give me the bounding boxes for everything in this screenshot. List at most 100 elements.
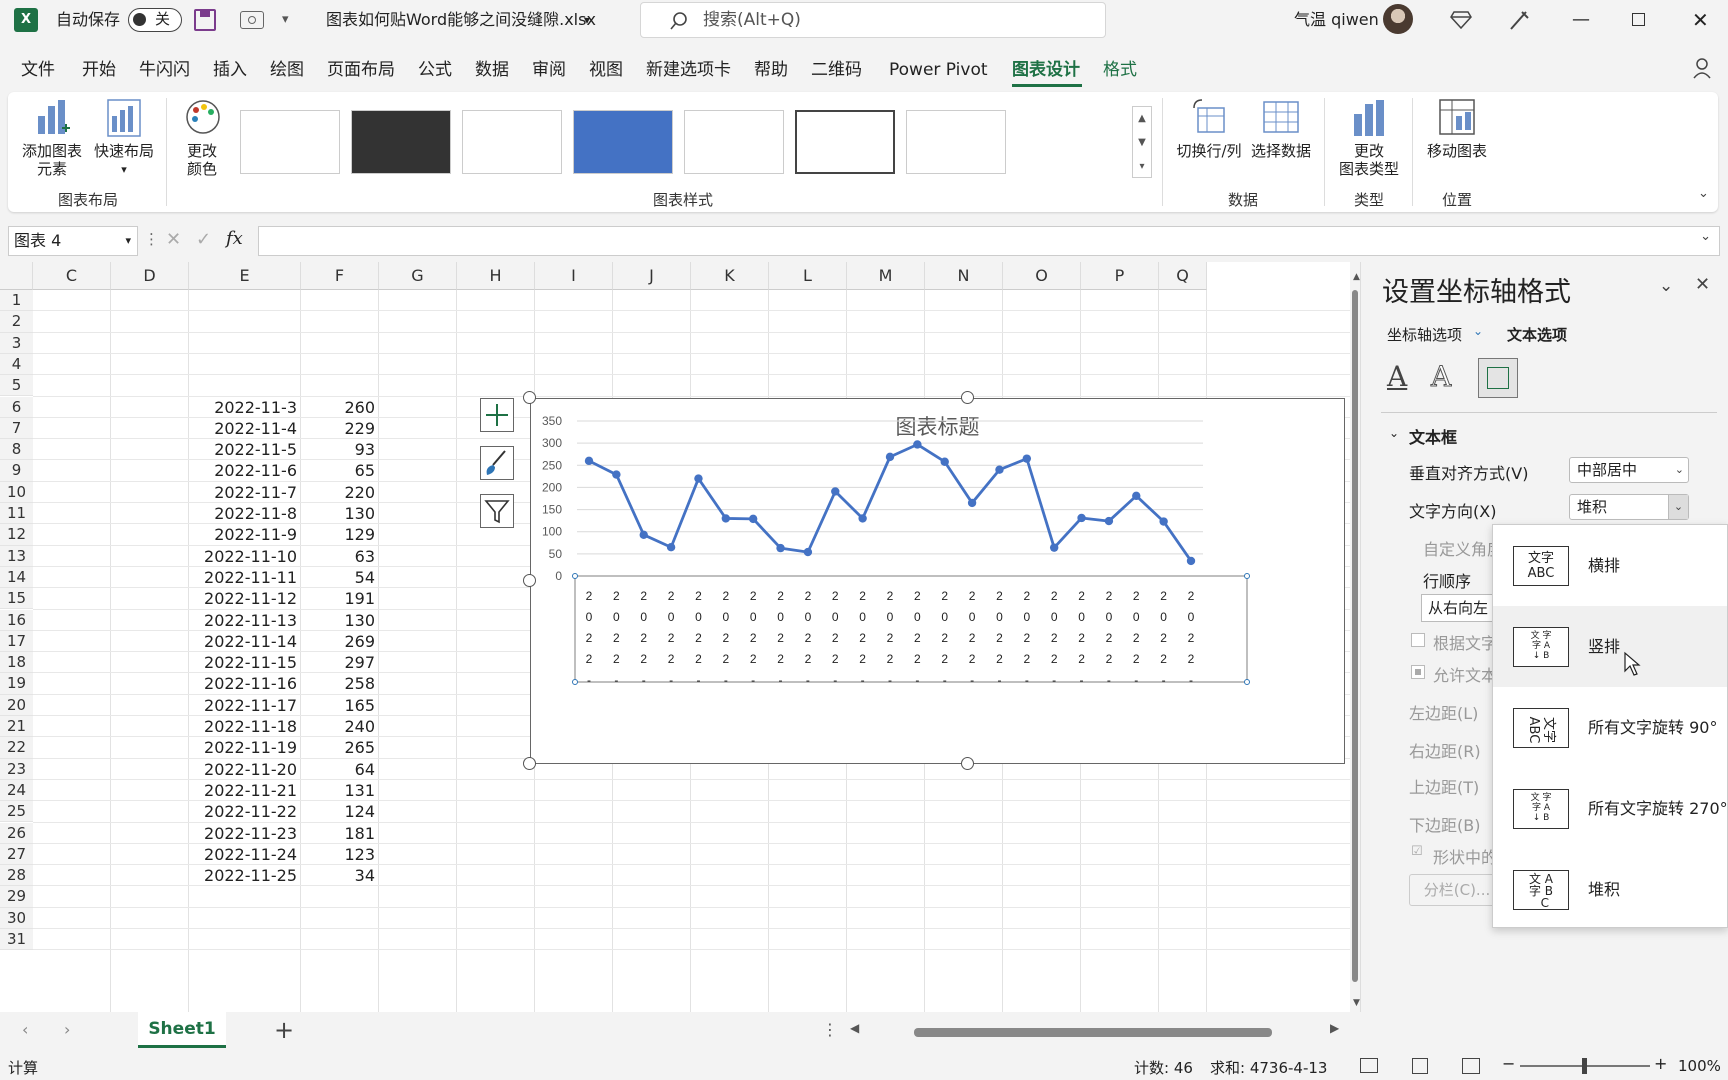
vertical-scrollbar[interactable]: ▲ ▼ (1350, 268, 1360, 1012)
tab-axis-options[interactable]: 坐标轴选项 (1387, 324, 1462, 345)
menu-new-tab[interactable]: 新建选项卡 (646, 50, 731, 90)
chevron-down-icon[interactable]: ⌄ (1389, 426, 1399, 440)
horizontal-scrollbar-thumb[interactable] (914, 1028, 1272, 1037)
date-cell[interactable]: 2022-11-16 (189, 673, 297, 694)
date-cell[interactable]: 2022-11-3 (189, 397, 297, 418)
column-header[interactable]: N (925, 262, 1003, 290)
row-header[interactable]: 17 (0, 630, 33, 653)
column-header[interactable]: G (379, 262, 457, 290)
text-direction-select[interactable]: 堆积 ⌄ (1569, 494, 1689, 520)
row-header[interactable]: 12 (0, 524, 33, 546)
chart-container[interactable]: 图表标题 0 50 100 150 200 250 300 350 2 0 2 2-2 0 2 2-2 0 2 2… (530, 398, 1345, 764)
cancel-icon[interactable]: ✕ (166, 229, 181, 250)
save-icon[interactable] (194, 9, 216, 31)
prev-sheet-icon[interactable]: ‹ (22, 1020, 28, 1039)
chevron-down-icon[interactable]: ⌄ (1659, 276, 1673, 296)
row-header[interactable]: 28 (0, 865, 33, 887)
value-cell[interactable]: 65 (301, 460, 375, 481)
row-header[interactable]: 1 (0, 290, 33, 312)
row-header[interactable]: 23 (0, 758, 33, 780)
text-outline-icon[interactable]: A (1431, 360, 1463, 396)
autofit-checkbox[interactable] (1411, 633, 1425, 647)
allow-text-checkbox[interactable] (1411, 665, 1425, 679)
row-header[interactable]: 30 (0, 907, 33, 929)
chart-style-2[interactable] (351, 110, 451, 174)
row-header[interactable]: 5 (0, 375, 33, 397)
date-cell[interactable]: 2022-11-17 (189, 695, 297, 716)
row-header[interactable]: 19 (0, 673, 33, 695)
axis-handle[interactable] (1244, 679, 1250, 685)
scroll-right-icon[interactable]: ▶ (1330, 1021, 1339, 1035)
menu-home[interactable]: 开始 (82, 50, 116, 90)
value-cell[interactable]: 123 (301, 844, 375, 865)
data-point[interactable] (1104, 516, 1114, 526)
column-header[interactable]: F (301, 262, 379, 290)
change-chart-type-button[interactable]: 更改 图表类型 (1334, 96, 1404, 180)
diamond-icon[interactable] (1450, 10, 1472, 30)
menu-file[interactable]: 文件 (21, 50, 55, 90)
data-point[interactable] (721, 514, 731, 523)
person-icon[interactable] (1692, 56, 1716, 80)
data-point[interactable] (1159, 517, 1168, 526)
chart-style-3[interactable] (462, 110, 562, 174)
date-cell[interactable]: 2022-11-15 (189, 652, 297, 673)
value-cell[interactable]: 130 (301, 610, 375, 631)
expand-icon[interactable]: ⌄ (1700, 229, 1711, 244)
menu-draw[interactable]: 绘图 (270, 50, 304, 90)
value-cell[interactable]: 54 (301, 567, 375, 588)
page-layout-view-icon[interactable] (1412, 1058, 1428, 1074)
date-cell[interactable]: 2022-11-21 (189, 780, 297, 801)
menu-help[interactable]: 帮助 (754, 50, 788, 90)
date-cell[interactable]: 2022-11-12 (189, 588, 297, 609)
row-header[interactable]: 3 (0, 332, 33, 354)
close-icon[interactable]: ✕ (1695, 274, 1710, 295)
value-cell[interactable]: 34 (301, 865, 375, 886)
value-cell[interactable]: 191 (301, 588, 375, 609)
data-point[interactable] (995, 465, 1004, 474)
section-textbox[interactable]: 文本框 (1409, 424, 1457, 448)
menu-insert[interactable]: 插入 (213, 50, 247, 90)
row-header[interactable]: 29 (0, 886, 33, 908)
x-axis-box[interactable] (574, 575, 1248, 683)
data-point[interactable] (1132, 491, 1141, 501)
chevron-down-icon[interactable]: ▾ (584, 0, 590, 40)
column-header[interactable]: D (111, 262, 189, 290)
value-cell[interactable]: 124 (301, 801, 375, 822)
option-rotate-90[interactable]: 文字 ABC 所有文字旋转 90° (1493, 687, 1727, 768)
value-cell[interactable]: 265 (301, 737, 375, 758)
value-cell[interactable]: 260 (301, 397, 375, 418)
row-header[interactable]: 22 (0, 737, 33, 759)
resize-handle[interactable] (523, 574, 536, 587)
resize-handle[interactable] (961, 757, 974, 770)
date-cell[interactable]: 2022-11-18 (189, 716, 297, 737)
row-header[interactable]: 18 (0, 652, 33, 674)
data-point[interactable] (803, 547, 813, 557)
option-rotate-270[interactable]: 文 字字 A ↓ B 所有文字旋转 270° (1493, 768, 1728, 849)
page-break-view-icon[interactable] (1462, 1058, 1480, 1074)
menu-format[interactable]: 格式 (1103, 50, 1137, 90)
row-header[interactable]: 16 (0, 609, 33, 631)
value-cell[interactable]: 131 (301, 780, 375, 801)
axis-handle[interactable] (572, 679, 578, 685)
textbox-options-icon[interactable] (1478, 358, 1518, 398)
data-point[interactable] (885, 452, 895, 462)
row-header[interactable]: 8 (0, 439, 33, 461)
data-point[interactable] (639, 530, 648, 540)
column-header[interactable]: Q (1159, 262, 1207, 290)
column-header[interactable]: L (769, 262, 847, 290)
date-cell[interactable]: 2022-11-8 (189, 503, 297, 524)
chart-plot[interactable]: 0501001502002503003502022-2022-2022-2022… (531, 399, 1344, 763)
chart-style-6[interactable] (795, 110, 895, 174)
row-header[interactable]: 31 (0, 929, 33, 951)
data-point[interactable] (913, 440, 922, 449)
menu-formulas[interactable]: 公式 (418, 50, 452, 90)
row-header[interactable]: 24 (0, 779, 33, 802)
zoom-in-icon[interactable]: + (1654, 1054, 1667, 1073)
row-header[interactable]: 2 (0, 311, 33, 333)
more-icon[interactable]: ⋮ (144, 230, 159, 248)
menu-qrcode[interactable]: 二维码 (811, 50, 862, 90)
select-all-corner[interactable] (0, 262, 33, 290)
scroll-left-icon[interactable]: ◀ (850, 1021, 859, 1035)
user-name[interactable]: 气温 qiwen (1294, 0, 1379, 40)
date-cell[interactable]: 2022-11-20 (189, 759, 297, 780)
